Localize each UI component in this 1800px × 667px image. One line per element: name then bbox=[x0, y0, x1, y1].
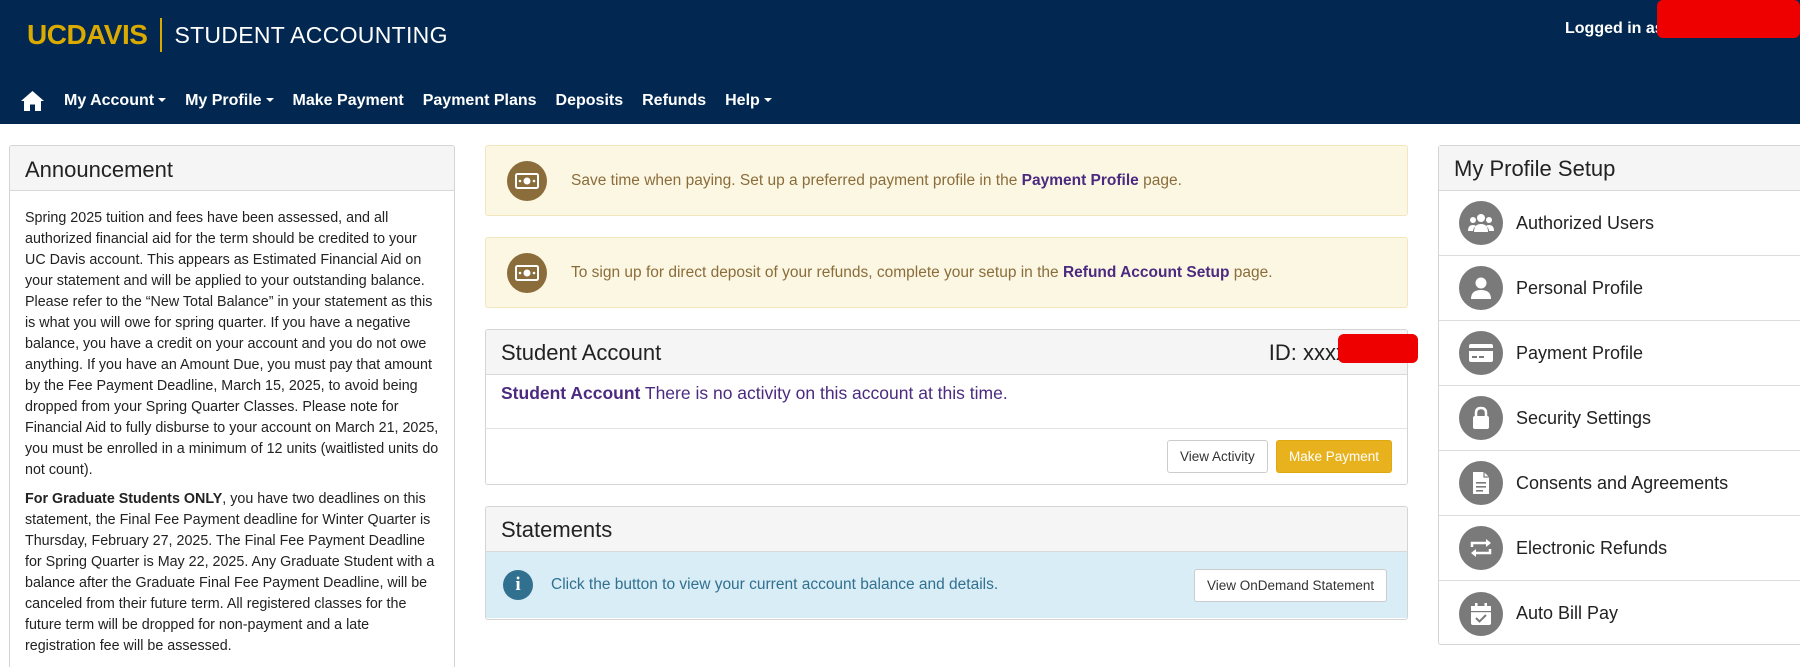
refresh-arrows-icon bbox=[1459, 526, 1503, 570]
profile-item-payment-profile[interactable]: Payment Profile bbox=[1439, 321, 1800, 386]
announcement-panel: Announcement Spring 2025 tuition and fee… bbox=[9, 145, 455, 667]
refund-account-setup-link[interactable]: Refund Account Setup bbox=[1063, 264, 1229, 281]
profile-item-label: Electronic Refunds bbox=[1516, 537, 1668, 558]
profile-item-authorized-users[interactable]: Authorized Users bbox=[1439, 191, 1800, 256]
student-account-title: Student Account bbox=[501, 340, 662, 365]
profile-item-consents-agreements[interactable]: Consents and Agreements bbox=[1439, 451, 1800, 516]
top-header: UCDAVIS STUDENT ACCOUNTING Logged in as … bbox=[0, 0, 1800, 124]
profile-item-label: Authorized Users bbox=[1516, 212, 1655, 233]
profile-item-label: Auto Bill Pay bbox=[1516, 603, 1619, 623]
announcement-body: Spring 2025 tuition and fees have been a… bbox=[10, 191, 454, 657]
nav-help[interactable]: Help bbox=[725, 92, 772, 110]
student-account-header: Student Account ID: xxxx bbox=[486, 330, 1407, 375]
money-bill-icon bbox=[507, 252, 547, 293]
brand-divider bbox=[160, 18, 163, 52]
payment-profile-link[interactable]: Payment Profile bbox=[1022, 172, 1139, 189]
refund-setup-alert: To sign up for direct deposit of your re… bbox=[485, 237, 1408, 308]
statements-info-text: Click the button to view your current ac… bbox=[551, 576, 999, 593]
statements-card: Statements i Click the button to view yo… bbox=[485, 506, 1408, 620]
nav-make-payment[interactable]: Make Payment bbox=[293, 92, 404, 110]
student-account-actions: View Activity Make Payment bbox=[486, 428, 1407, 484]
main-nav: My Account My Profile Make Payment Payme… bbox=[0, 82, 772, 120]
caret-down-icon bbox=[265, 98, 274, 102]
statements-info-alert: i Click the button to view your current … bbox=[486, 552, 1407, 618]
student-account-status: Student Account There is no activity on … bbox=[501, 383, 1008, 403]
redacted-student-id bbox=[1338, 334, 1418, 363]
refund-setup-alert-text: To sign up for direct deposit of your re… bbox=[571, 263, 1273, 281]
info-icon: i bbox=[503, 570, 533, 600]
payment-profile-alert-text: Save time when paying. Set up a preferre… bbox=[571, 171, 1182, 189]
profile-setup-panel: My Profile Setup Authorized Users Person… bbox=[1438, 145, 1800, 645]
profile-item-security-settings[interactable]: Security Settings bbox=[1439, 386, 1800, 451]
profile-item-label: Payment Profile bbox=[1516, 342, 1644, 363]
document-icon bbox=[1459, 461, 1503, 505]
nav-deposits[interactable]: Deposits bbox=[556, 92, 624, 110]
caret-down-icon bbox=[158, 98, 167, 102]
view-activity-button[interactable]: View Activity bbox=[1167, 440, 1268, 473]
profile-item-electronic-refunds[interactable]: Electronic Refunds bbox=[1439, 516, 1800, 581]
graduate-students-label: For Graduate Students ONLY bbox=[25, 491, 223, 507]
profile-item-personal-profile[interactable]: Personal Profile bbox=[1439, 256, 1800, 321]
statements-title: Statements bbox=[486, 507, 1407, 552]
redacted-username bbox=[1657, 0, 1800, 38]
lock-icon bbox=[1459, 396, 1503, 440]
nav-payment-plans[interactable]: Payment Plans bbox=[423, 92, 537, 110]
student-account-card: Student Account ID: xxxx Student Account… bbox=[485, 329, 1408, 485]
users-icon bbox=[1459, 201, 1503, 245]
profile-item-label: Consents and Agreements bbox=[1516, 472, 1729, 493]
announcement-paragraph-2: For Graduate Students ONLY, you have two… bbox=[25, 491, 435, 654]
nav-refunds[interactable]: Refunds bbox=[642, 92, 706, 110]
payment-profile-alert: Save time when paying. Set up a preferre… bbox=[485, 145, 1408, 216]
nav-my-account[interactable]: My Account bbox=[64, 92, 167, 110]
ucdavis-logo: UCDAVIS bbox=[27, 19, 148, 50]
profile-item-label: Personal Profile bbox=[1516, 277, 1644, 298]
logged-in-label: Logged in as bbox=[1565, 20, 1664, 37]
calendar-check-icon bbox=[1459, 591, 1503, 636]
nav-my-profile[interactable]: My Profile bbox=[185, 92, 274, 110]
profile-item-auto-bill-pay[interactable]: Auto Bill Pay bbox=[1439, 581, 1800, 646]
view-ondemand-statement-button[interactable]: View OnDemand Statement bbox=[1194, 569, 1388, 602]
caret-down-icon bbox=[763, 98, 772, 102]
profile-setup-title: My Profile Setup bbox=[1439, 146, 1800, 191]
app-title: STUDENT ACCOUNTING bbox=[174, 21, 448, 48]
student-id: ID: xxxx bbox=[1268, 340, 1347, 365]
announcement-paragraph-1: Spring 2025 tuition and fees have been a… bbox=[25, 210, 439, 478]
announcement-title: Announcement bbox=[10, 146, 454, 191]
make-payment-button[interactable]: Make Payment bbox=[1276, 440, 1393, 473]
money-bill-icon bbox=[507, 160, 547, 201]
profile-item-label: Security Settings bbox=[1516, 407, 1652, 428]
credit-card-icon bbox=[1459, 331, 1503, 375]
brand[interactable]: UCDAVIS STUDENT ACCOUNTING bbox=[27, 16, 448, 54]
user-icon bbox=[1459, 266, 1503, 310]
home-icon[interactable] bbox=[19, 89, 45, 113]
